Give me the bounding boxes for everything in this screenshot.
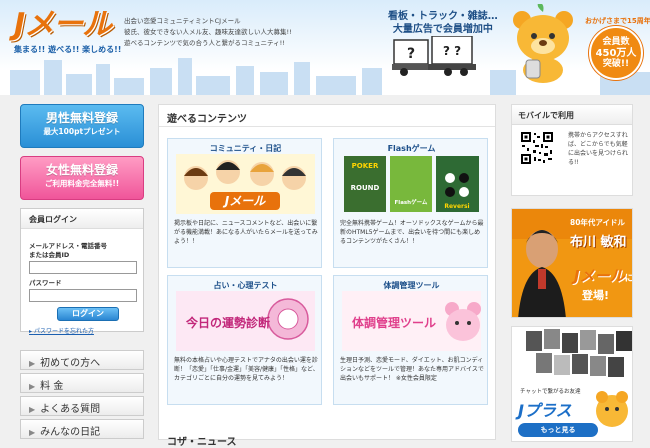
mobile-title: モバイルで利用 (512, 105, 632, 125)
fortune-illustration: 今日の運勢診断 (176, 291, 315, 351)
chevron-right-icon: ▶ (29, 359, 36, 368)
badge-line1: 会員数 (602, 37, 630, 47)
login-button[interactable]: ログイン (57, 307, 119, 321)
card-description: 完全無料携帯ゲーム！オーソドックスなゲームから最新のHTML5ゲームまで、出会い… (340, 220, 484, 245)
section-title-2: コザ・ニュース (167, 437, 237, 448)
email-field[interactable] (29, 261, 137, 274)
left-nav-menu: ▶ 初めての方へ ▶ 料 金 ▶ よくある質問 ▶ みんなの日記 (20, 350, 144, 442)
logo-text: Jメール (14, 7, 112, 42)
nav-item-first-time[interactable]: ▶ 初めての方へ (20, 350, 144, 370)
card-title: 体調管理ツール (383, 281, 440, 290)
badge-line2: 450万人 (595, 48, 637, 59)
login-panel: 会員ログイン メールアドレス・電話番号 または会員ID パスワード ログイン ▸… (20, 208, 144, 335)
card-title: コミュニティ・日記 (209, 144, 282, 153)
intro-line: 出会い恋愛コミュニティミントCJメール (124, 17, 241, 25)
site-intro: 出会い恋愛コミュニティミントCJメール 彼氏、彼女できない人メル友、趣味友達欲し… (124, 16, 354, 49)
mobile-access-panel: モバイルで利用 携帯からアクセスすれば、どこからでも気軽に出会いを見つけられる!… (511, 104, 633, 196)
card-title: 占い・心理テスト (213, 281, 278, 290)
jplus-caption: チャットで繋がるお友達 (520, 389, 581, 395)
nav-item-label: 初めての方へ (40, 358, 101, 369)
female-register-subtitle: ご利用料金完全無料!! (44, 179, 120, 188)
banner-stage-text: 登場! (582, 289, 610, 302)
right-column: モバイルで利用 携帯からアクセスすれば、どこからでも気軽に出会いを見つけられる!… (511, 104, 633, 442)
content-card-fortune[interactable]: 占い・心理テスト 今日の運勢診断 無料の本格占いや心理テストでアナタの出会い運を… (167, 275, 322, 405)
nav-item-label: 料 金 (40, 381, 64, 392)
truck-sign-2: ? ? (443, 44, 461, 58)
member-count-badge: おかげさまで15周年 会員数 450万人 突破!! (585, 16, 650, 82)
game-poker-label: POKER (352, 162, 379, 170)
content-section: 遊べるコンテンツ コミュニティ・日記 Jメール 掲示板や日記に、ニュースコメント… (158, 104, 496, 448)
logo-tagline: 集まる!! 遊べる!! 楽しめる!! (14, 45, 122, 54)
celebrity-banner[interactable]: 80年代アイドル 布川 敏和 Jメールに 登場! (511, 208, 633, 318)
member-count-circle: 会員数 450万人 突破!! (589, 26, 643, 80)
nav-item-pricing[interactable]: ▶ 料 金 (20, 373, 144, 393)
section-title: 遊べるコンテンツ (159, 105, 495, 127)
nav-item-diaries[interactable]: ▶ みんなの日記 (20, 419, 144, 439)
chevron-right-icon: ▶ (29, 428, 36, 437)
card-description: 無料の本格占いや心理テストでアナタの出会い運を診断！「恋愛」「仕事/金運」「美容… (174, 357, 319, 382)
jplus-logo: Jプラス (518, 401, 572, 420)
ad-banner-text: 看板・トラック・雑誌… 大量広告で会員増加中 (388, 10, 498, 36)
password-field[interactable] (29, 289, 137, 302)
mobile-description: 携帯からアクセスすれば、どこからでも気軽に出会いを見つけられる!! (568, 132, 629, 166)
content-card-flash-game[interactable]: Flashゲーム POKER ROUND Flashゲーム Reversi 完全… (333, 138, 488, 268)
content-card-health-tool[interactable]: 体調管理ツール 体調管理ツール 生理日予測、恋愛モード、ダイエット、お肌コンディ… (333, 275, 488, 405)
site-logo[interactable]: Jメール 集まる!! 遊べる!! 楽しめる!! (14, 7, 122, 55)
female-register-title: 女性無料登録 (45, 163, 118, 177)
password-label: パスワード (29, 279, 62, 287)
flash-game-illustration: POKER ROUND Flashゲーム Reversi (344, 156, 479, 212)
email-label-2: または会員ID (29, 251, 70, 259)
banner-logo-suffix: に (624, 274, 633, 284)
community-illustration: Jメール (176, 154, 315, 214)
mascot-bear-image (513, 4, 573, 83)
nav-item-label: みんなの日記 (40, 427, 101, 438)
fortune-title-text: 今日の運勢診断 (185, 315, 270, 330)
banner-logo: Jメールに (574, 265, 633, 286)
anniversary-text: おかげさまで15周年 (585, 17, 650, 25)
logo-text-in-card: Jメール (223, 194, 266, 208)
chevron-right-icon: ▶ (29, 382, 36, 391)
banner-celebrity-name: 布川 敏和 (570, 235, 627, 250)
forgot-password-label: パスワードを忘れた方 (33, 328, 94, 335)
ad-line2: 大量広告で会員増加中 (392, 24, 493, 35)
nav-item-label: よくある質問 (40, 404, 101, 415)
arrow-icon: ▸ (29, 328, 33, 335)
jplus-banner[interactable]: チャットで繋がるお友達 Jプラス もっと見る (511, 326, 633, 442)
intro-line: 彼氏、彼女できない人メル友、趣味友達欲しい人大募集!! (124, 28, 292, 36)
banner-logo-text: Jメール (574, 267, 625, 285)
male-register-subtitle: 最大100ptプレゼント (43, 127, 121, 136)
truck-image: ? ? ? (392, 36, 476, 76)
banner-celebrity-era: 80年代アイドル (570, 218, 626, 227)
nav-item-faq[interactable]: ▶ よくある質問 (20, 396, 144, 416)
see-more-button[interactable]: もっと見る (518, 423, 598, 437)
email-label-1: メールアドレス・電話番号 (29, 242, 107, 250)
chevron-right-icon: ▶ (29, 405, 36, 414)
female-register-button[interactable]: 女性無料登録 ご利用料金完全無料!! (20, 156, 144, 200)
male-register-button[interactable]: 男性無料登録 最大100ptプレゼント (20, 104, 144, 148)
male-register-title: 男性無料登録 (45, 111, 118, 125)
game-reversi-label: Reversi (444, 203, 469, 210)
intro-line: 遊べるコンテンツで気の合う人と繋がるコミュニティ!! (124, 39, 285, 47)
health-tool-illustration: 体調管理ツール (342, 291, 481, 351)
health-title-text: 体調管理ツール (352, 315, 436, 330)
card-title: Flashゲーム (387, 144, 436, 153)
card-description: 生理日予測、恋愛モード、ダイエット、お肌コンディションなどをツールで管理！あなた… (340, 357, 484, 382)
truck-sign-1: ? (407, 46, 415, 62)
badge-line3: 突破!! (602, 59, 630, 69)
game-round-label: ROUND (351, 184, 380, 192)
qr-code-icon[interactable] (520, 131, 554, 165)
forgot-password-link[interactable]: ▸ パスワードを忘れた方 (29, 326, 94, 335)
ad-line1: 看板・トラック・雑誌… (388, 11, 498, 22)
login-title: 会員ログイン (21, 209, 143, 229)
site-header: Jメール 集まる!! 遊べる!! 楽しめる!! 出会い恋愛コミュニティミントCJ… (0, 0, 650, 95)
content-card-community[interactable]: コミュニティ・日記 Jメール 掲示板や日記に、ニュースコメントなど、出会いに繋が… (167, 138, 322, 268)
card-description: 掲示板や日記に、ニュースコメントなど、出会いに繋がる機能満載！あになる人がいたら… (174, 220, 318, 245)
game-flash-label: Flashゲーム (395, 198, 428, 206)
left-column: 男性無料登録 最大100ptプレゼント 女性無料登録 ご利用料金完全無料!! 会… (20, 104, 144, 335)
